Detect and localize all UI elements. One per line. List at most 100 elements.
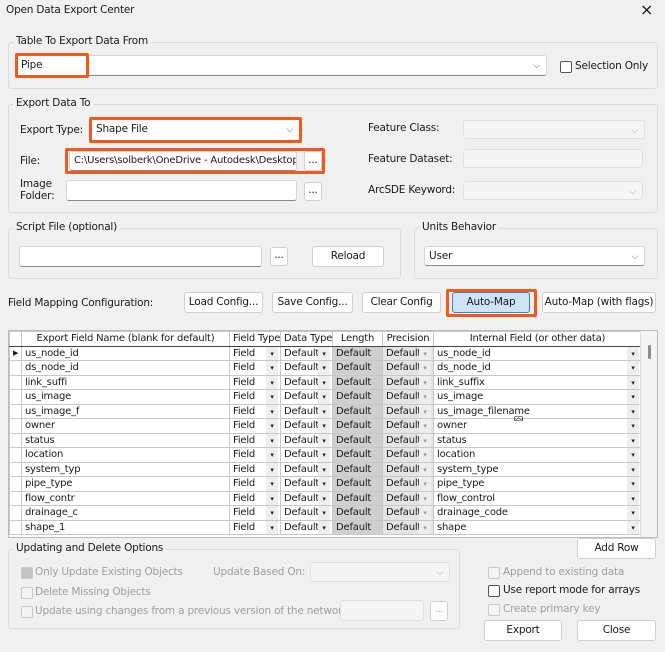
cell-precision[interactable]: Default ▾ [382,360,434,376]
dropdown-arrow-icon[interactable]: ▾ [419,448,431,462]
cell-field-type[interactable]: Field ▾ [229,345,281,361]
cell-data-type[interactable]: Default ▾ [280,505,333,521]
dropdown-arrow-icon[interactable]: ▾ [627,433,639,447]
cell-precision[interactable]: Default ▾ [382,505,434,521]
dropdown-arrow-icon[interactable]: ▾ [266,419,278,433]
cell-export-field-name[interactable]: us_node_id [21,345,230,361]
image-folder-input[interactable] [66,180,297,201]
table-row[interactable]: us_image_f Field ▾ Default ▾ Default Default ▾ u… [9,403,642,419]
cell-internal-field[interactable]: ds_node_id ▾ [433,360,642,376]
primary-key-checkbox[interactable] [488,604,500,616]
row-header[interactable] [9,476,22,492]
dropdown-arrow-icon[interactable]: ▾ [266,448,278,462]
row-header[interactable] [9,360,22,376]
dropdown-arrow-icon[interactable]: ▾ [318,506,330,520]
cell-export-field-name[interactable]: status [21,432,230,448]
arcsde-keyword-combo[interactable]: ⌵ [463,181,643,200]
column-header-field-type[interactable]: Field Type [229,331,281,347]
table-row[interactable]: shape_1 Field ▾ Default ▾ Default Default ▾ shap… [9,519,642,535]
table-row[interactable]: drainage_c Field ▾ Default ▾ Default Default ▾ d… [9,505,642,521]
dropdown-arrow-icon[interactable]: ▾ [318,375,330,389]
cell-internal-field[interactable]: location ▾ [433,447,642,463]
dropdown-arrow-icon[interactable]: ▾ [419,491,431,505]
cell-length[interactable]: Default [332,345,383,361]
cell-internal-field[interactable]: us_image ▾ [433,389,642,405]
cell-internal-field[interactable]: pipe_type ▾ [433,476,642,492]
export-button[interactable]: Export [484,620,562,641]
cell-field-type[interactable]: Field ▾ [229,447,281,463]
dropdown-arrow-icon[interactable]: ▾ [627,506,639,520]
dropdown-arrow-icon[interactable]: ▾ [627,375,639,389]
close-icon[interactable]: × [640,0,653,19]
row-header[interactable] [9,432,22,448]
selection-only-checkbox[interactable] [560,61,572,73]
column-header-length[interactable]: Length [332,331,383,347]
cell-length[interactable]: Default [332,360,383,376]
cell-internal-field[interactable]: link_suffix ▾ [433,374,642,390]
dropdown-arrow-icon[interactable]: ▾ [266,491,278,505]
delete-missing-checkbox[interactable] [21,587,33,599]
cell-precision[interactable]: Default ▾ [382,345,434,361]
row-header[interactable] [9,447,22,463]
script-browse-button[interactable]: ... [270,247,288,266]
cell-internal-field[interactable]: us_node_id ▾ [433,345,642,361]
dropdown-arrow-icon[interactable]: ▾ [266,506,278,520]
dropdown-arrow-icon[interactable]: ▾ [627,404,639,418]
dropdown-arrow-icon[interactable]: ▾ [318,433,330,447]
cell-data-type[interactable]: Default ▾ [280,374,333,390]
cell-internal-field[interactable]: us_image_filename ▾ [433,403,642,419]
cell-precision[interactable]: Default ▾ [382,432,434,448]
cell-data-type[interactable]: Default ▾ [280,490,333,506]
dropdown-arrow-icon[interactable]: ▾ [627,462,639,476]
row-header[interactable] [9,461,22,477]
dropdown-arrow-icon[interactable]: ▾ [318,404,330,418]
dropdown-arrow-icon[interactable]: ▾ [419,346,431,360]
cell-precision[interactable]: Default ▾ [382,447,434,463]
clear-config-button[interactable]: Clear Config [362,292,441,313]
dropdown-arrow-icon[interactable]: ▾ [627,520,639,534]
table-combo[interactable]: Pipe ⌵ [16,55,547,76]
cell-data-type[interactable]: Default ▾ [280,519,333,535]
cell-field-type[interactable]: Field ▾ [229,490,281,506]
dropdown-arrow-icon[interactable]: ▾ [318,361,330,375]
update-changes-checkbox[interactable] [21,606,33,618]
dropdown-arrow-icon[interactable]: ▾ [318,491,330,505]
feature-class-combo[interactable]: ⌵ [463,120,645,139]
dropdown-arrow-icon[interactable]: ▾ [627,448,639,462]
dropdown-arrow-icon[interactable]: ▾ [318,477,330,491]
cell-export-field-name[interactable]: ds_node_id [21,360,230,376]
row-header[interactable] [9,418,22,434]
cell-export-field-name[interactable]: location [21,447,230,463]
cell-length[interactable]: Default [332,461,383,477]
dropdown-arrow-icon[interactable]: ▾ [266,404,278,418]
cell-internal-field[interactable]: shape ▾ [433,519,642,535]
feature-dataset-input[interactable] [463,149,643,168]
cell-export-field-name[interactable]: us_image_f [21,403,230,419]
cell-internal-field[interactable]: owner ▾ [433,418,642,434]
cell-field-type[interactable]: Field ▾ [229,418,281,434]
dropdown-arrow-icon[interactable]: ▾ [419,462,431,476]
dropdown-arrow-icon[interactable]: ▾ [266,375,278,389]
units-combo[interactable]: User ⌵ [424,246,645,266]
dropdown-arrow-icon[interactable]: ▾ [266,477,278,491]
cell-length[interactable]: Default [332,490,383,506]
table-row[interactable]: ▶ us_node_id Field ▾ Default ▾ Default Default ▾… [9,345,642,361]
dropdown-arrow-icon[interactable]: ▾ [419,375,431,389]
cell-export-field-name[interactable]: shape_1 [21,519,230,535]
cell-precision[interactable]: Default ▾ [382,519,434,535]
cell-export-field-name[interactable]: us_image [21,389,230,405]
dropdown-arrow-icon[interactable]: ▾ [419,404,431,418]
cell-precision[interactable]: Default ▾ [382,403,434,419]
row-header[interactable] [9,505,22,521]
cell-precision[interactable]: Default ▾ [382,490,434,506]
row-header[interactable] [9,403,22,419]
column-header-data-type[interactable]: Data Type [280,331,333,347]
cell-field-type[interactable]: Field ▾ [229,403,281,419]
append-checkbox[interactable] [488,567,500,579]
add-row-button[interactable]: Add Row [577,538,656,559]
row-header[interactable]: ▶ [9,345,22,361]
cell-export-field-name[interactable]: drainage_c [21,505,230,521]
dropdown-arrow-icon[interactable]: ▾ [419,520,431,534]
dropdown-arrow-icon[interactable]: ▾ [627,346,639,360]
only-update-checkbox[interactable] [21,567,33,579]
